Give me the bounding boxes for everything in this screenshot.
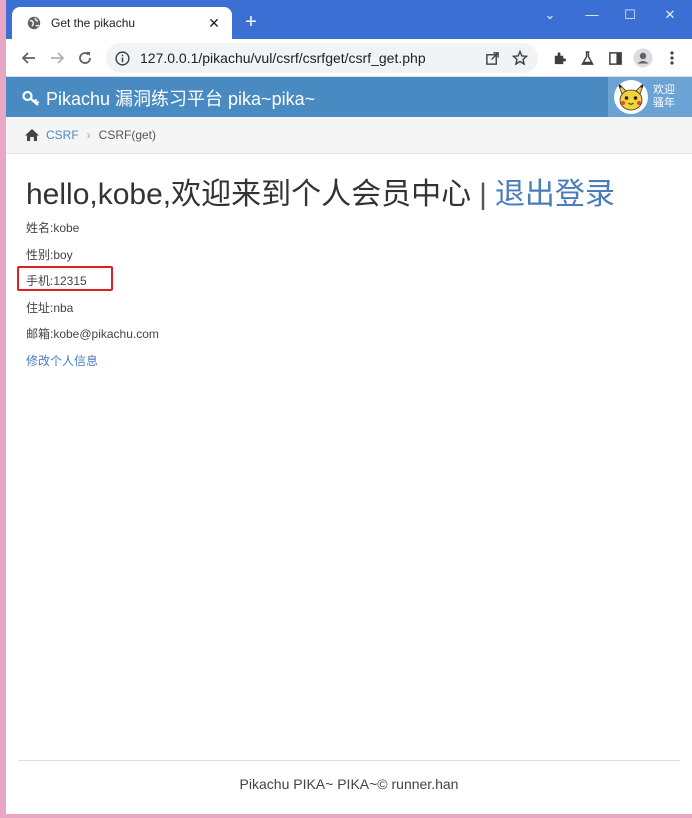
welcome-line-1: 欢迎 xyxy=(653,84,675,96)
profile-name: 姓名:kobe xyxy=(26,221,80,235)
footer-divider xyxy=(18,760,680,761)
address-bar[interactable]: 127.0.0.1/pikachu/vul/csrf/csrfget/csrf_… xyxy=(106,43,538,73)
menu-icon[interactable] xyxy=(662,48,682,68)
page-footer: Pikachu PIKA~ PIKA~© runner.han xyxy=(239,776,459,792)
page-title: hello,kobe,欢迎来到个人会员中心 | 退出登录 xyxy=(26,175,676,215)
star-icon[interactable] xyxy=(506,44,534,72)
site-header: Pikachu 漏洞练习平台 pika~pika~ 欢迎 骚年 xyxy=(6,77,692,117)
tab-strip: Get the pikachu ✕ + ⌄ — ☐ ✕ xyxy=(6,0,692,39)
profile-email: 邮箱:kobe@pikachu.com xyxy=(26,327,159,341)
profile-panel: hello,kobe,欢迎来到个人会员中心 | 退出登录 姓名:kobe 性别:bo… xyxy=(26,175,676,374)
tab-close-icon[interactable]: ✕ xyxy=(204,13,224,33)
user-menu[interactable]: 欢迎 骚年 xyxy=(608,77,692,117)
forward-button[interactable] xyxy=(46,47,68,69)
browser-window: Get the pikachu ✕ + ⌄ — ☐ ✕ 127.0.0.1/pi… xyxy=(6,0,692,818)
title-separator: | xyxy=(479,178,487,211)
arrow-left-icon xyxy=(21,52,35,64)
logout-link[interactable]: 退出登录 xyxy=(495,178,615,211)
edit-profile-link[interactable]: 修改个人信息 xyxy=(26,348,676,374)
labs-icon[interactable] xyxy=(577,48,597,68)
key-icon xyxy=(22,89,40,107)
avatar xyxy=(614,80,648,114)
chevron-right-icon: › xyxy=(86,128,91,142)
back-button[interactable] xyxy=(18,47,40,69)
breadcrumb-link-csrf[interactable]: CSRF xyxy=(46,128,79,142)
breadcrumb-current: CSRF(get) xyxy=(98,128,157,142)
globe-icon xyxy=(26,16,41,31)
site-brand[interactable]: Pikachu 漏洞练习平台 pika~pika~ xyxy=(22,85,315,111)
home-icon[interactable] xyxy=(24,128,40,142)
reload-icon xyxy=(79,52,91,64)
minimize-button[interactable]: — xyxy=(572,5,612,27)
tab-title: Get the pikachu xyxy=(51,16,136,30)
web-page: Pikachu 漏洞练习平台 pika~pika~ 欢迎 骚年 CSRF › C… xyxy=(6,77,692,818)
info-icon[interactable] xyxy=(114,50,130,66)
pikachu-avatar-icon xyxy=(617,82,645,111)
new-tab-button[interactable]: + xyxy=(240,12,262,34)
phone-highlight-annotation xyxy=(17,266,113,291)
profile-icon[interactable] xyxy=(633,48,653,68)
arrow-right-icon xyxy=(51,52,65,64)
close-window-button[interactable]: ✕ xyxy=(650,5,690,27)
site-title: Pikachu 漏洞练习平台 pika~pika~ xyxy=(46,89,316,109)
maximize-button[interactable]: ☐ xyxy=(610,5,650,27)
profile-address: 住址:nba xyxy=(26,300,74,315)
browser-tab[interactable]: Get the pikachu ✕ xyxy=(12,7,232,39)
tab-search-chevron-icon[interactable]: ⌄ xyxy=(530,5,570,27)
url-text[interactable]: 127.0.0.1/pikachu/vul/csrf/csrfget/csrf_… xyxy=(140,50,478,66)
reload-button[interactable] xyxy=(74,47,96,69)
sidepanel-icon[interactable] xyxy=(605,48,625,68)
greeting-text: hello,kobe,欢迎来到个人会员中心 xyxy=(26,178,472,211)
desktop-edge-bottom xyxy=(6,814,692,818)
breadcrumb: CSRF › CSRF(get) xyxy=(6,117,692,154)
browser-toolbar: 127.0.0.1/pikachu/vul/csrf/csrfget/csrf_… xyxy=(6,39,692,77)
extensions-icon[interactable] xyxy=(549,48,569,68)
welcome-line-2: 骚年 xyxy=(653,97,675,109)
profile-sex: 性别:boy xyxy=(26,247,73,262)
share-icon[interactable] xyxy=(478,44,506,72)
profile-phone: 手机:12315 xyxy=(26,274,87,288)
welcome-text: 欢迎 骚年 xyxy=(653,84,675,110)
